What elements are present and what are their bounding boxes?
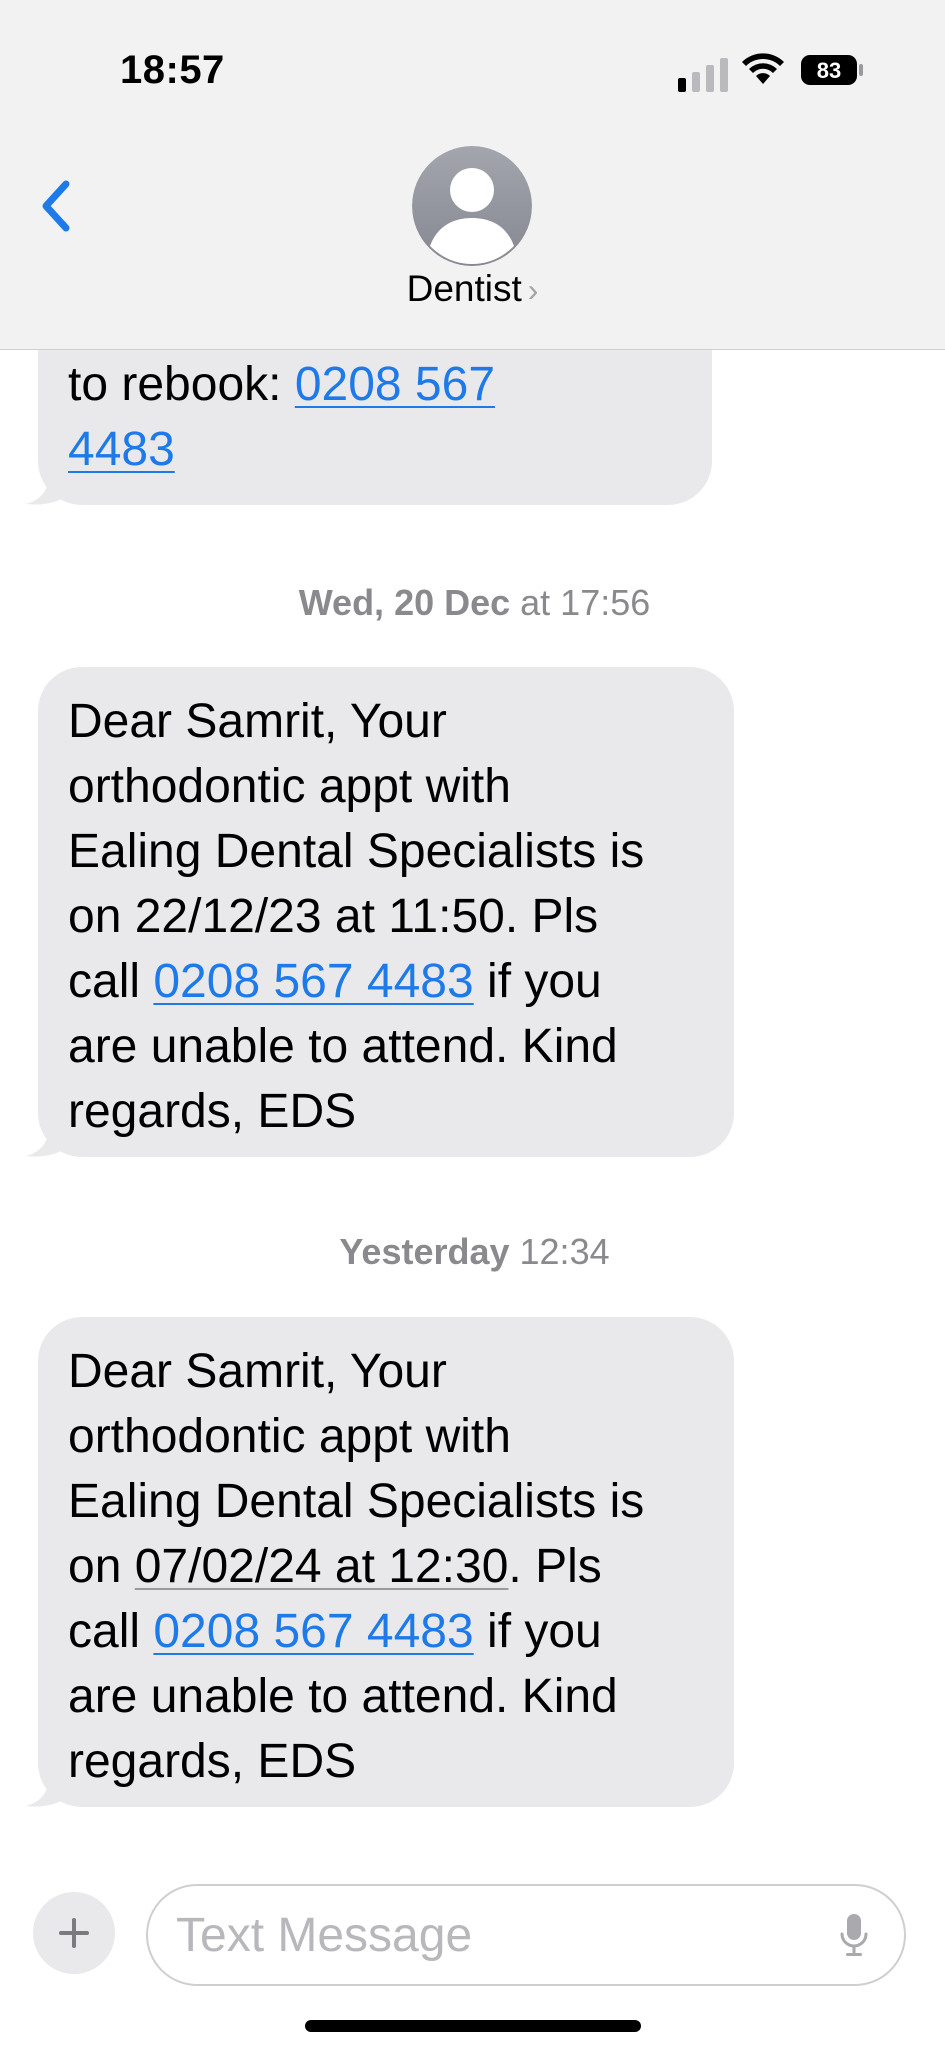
bubble-tail	[26, 1122, 68, 1157]
message-line: on 22/12/23 at 11:50. Pls	[68, 890, 599, 943]
message-line: regards, EDS	[68, 1735, 357, 1788]
message-line: are unable to attend. Kind	[68, 1020, 618, 1073]
chevron-right-icon: ›	[527, 272, 539, 308]
message-text: to rebook:	[68, 358, 295, 411]
text-message-input[interactable]	[176, 1904, 796, 1966]
message-line: are unable to attend. Kind	[68, 1670, 618, 1723]
message-line: Ealing Dental Specialists is	[68, 1475, 645, 1528]
battery-icon: 83	[801, 55, 863, 85]
timestamp-time: at 17:56	[510, 582, 651, 623]
phone-link[interactable]: 0208 567 4483	[153, 955, 473, 1008]
home-indicator[interactable]	[305, 2020, 641, 2032]
timestamp: Yesterday 12:34	[0, 1231, 945, 1273]
message-bubble[interactable]: Dear Samrit, Your orthodontic appt with …	[38, 1317, 734, 1807]
timestamp-day: Wed, 20 Dec	[298, 582, 511, 623]
battery-level: 83	[817, 58, 841, 83]
message-text: call	[68, 1605, 154, 1658]
message-text: if you	[473, 1605, 602, 1658]
message-text: on	[68, 1540, 135, 1593]
date-link[interactable]: 07/02/24 at 12:30	[135, 1540, 509, 1593]
phone-link[interactable]: 0208 567	[295, 358, 495, 411]
status-time: 18:57	[120, 48, 225, 92]
phone-link-continued[interactable]: 4483	[68, 423, 175, 476]
message-line: orthodontic appt with	[68, 760, 511, 813]
message-line: regards, EDS	[68, 1085, 357, 1138]
timestamp-day: Yesterday	[339, 1231, 510, 1272]
message-line: Ealing Dental Specialists is	[68, 825, 645, 878]
message-text: call	[68, 955, 154, 1008]
text-message-field[interactable]	[146, 1884, 906, 1986]
contact-name: Dentist	[406, 268, 522, 309]
phone-link[interactable]: 0208 567 4483	[153, 1605, 473, 1658]
chevron-left-icon[interactable]	[36, 176, 76, 236]
plus-icon[interactable]	[33, 1892, 115, 1974]
wifi-icon	[742, 53, 784, 84]
message-line: Dear Samrit, Your	[68, 1345, 447, 1398]
message-composer	[0, 1820, 945, 2048]
message-text: if you	[473, 955, 602, 1008]
contact-avatar[interactable]	[412, 146, 532, 266]
contact-name-button[interactable]: Dentist ›	[0, 268, 945, 310]
bubble-tail	[26, 470, 68, 505]
microphone-icon[interactable]	[838, 1912, 870, 1960]
bubble-tail	[26, 1772, 68, 1807]
timestamp-time: 12:34	[509, 1231, 610, 1272]
message-line: Dear Samrit, Your	[68, 695, 447, 748]
cellular-signal-icon	[678, 58, 728, 92]
message-text: . Pls	[508, 1540, 602, 1593]
timestamp: Wed, 20 Dec at 17:56	[0, 582, 945, 624]
message-line: orthodontic appt with	[68, 1410, 511, 1463]
message-bubble[interactable]: Dear Samrit, Your orthodontic appt with …	[38, 667, 734, 1157]
conversation-header: 18:57 83 Dentist ›	[0, 0, 945, 350]
